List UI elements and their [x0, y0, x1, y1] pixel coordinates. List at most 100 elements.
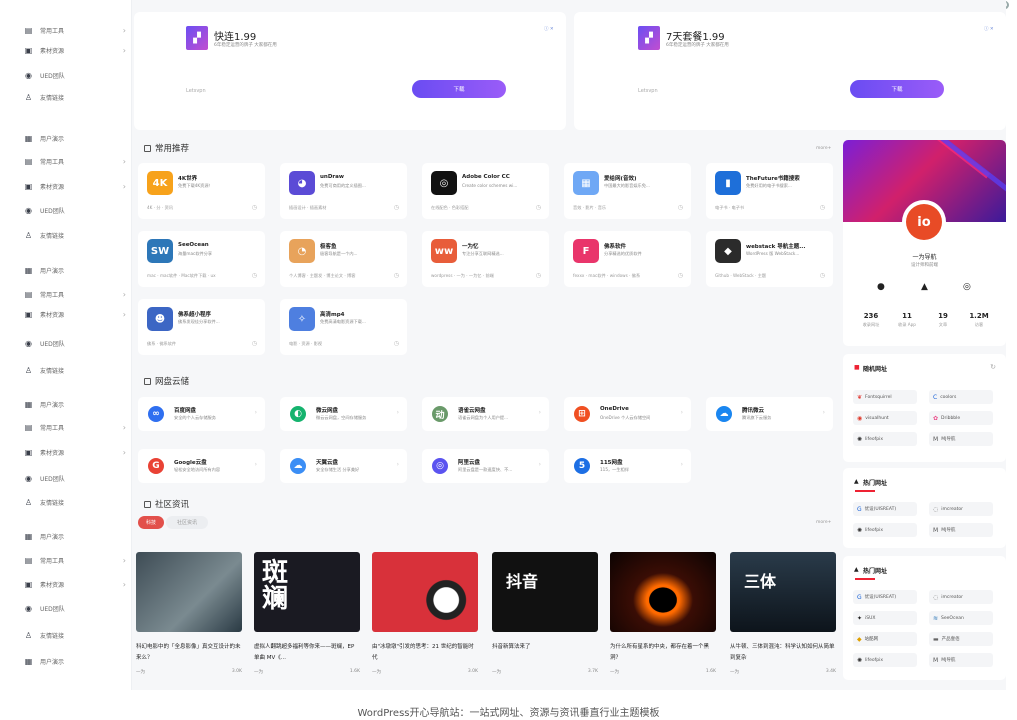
go-arrow-icon[interactable]: ◷	[820, 204, 825, 211]
go-arrow-icon[interactable]: ›	[681, 461, 683, 468]
cloud-card[interactable]: 动 语雀云网盘 语雀云网盘为个人用户提... ›	[422, 397, 549, 431]
go-arrow-icon[interactable]: ◷	[394, 204, 399, 211]
sidebar-item[interactable]: ▤ 常用工具 ›	[24, 552, 128, 568]
news-title[interactable]: 虚拟人翻跳超多福利等你来——斑斓，EP 单曲 MV《...	[254, 642, 360, 664]
sidebar-item[interactable]: ♙ 友情链接	[24, 362, 128, 378]
site-card[interactable]: ✧ 高清mp4 免费高清电影资源下载... 电影 · 资源 · 影视 ◷	[280, 299, 407, 355]
link-pill[interactable]: ◉ visualhunt	[853, 411, 917, 425]
sidebar-item[interactable]: ♙ 友情链接	[24, 89, 128, 105]
news-item[interactable]: 三体 从牛顿、三体到混沌：科学认知如何从简单到复杂 一为 3.4K	[730, 552, 836, 682]
site-card[interactable]: SW SeeOcean 海量mac软件分享 mac · mac软件 · Mac软件下载…	[138, 231, 265, 287]
sidebar-item[interactable]: ♙ 友情链接	[24, 494, 128, 510]
site-card[interactable]: F 佛系软件 分享精选的优质软件 fexxx · mac软件 · windows · …	[564, 231, 691, 287]
link-pill[interactable]: ✿ Dribbble	[929, 411, 993, 425]
news-item[interactable]: 抖音 抖音新算法来了 一为 3.7K	[492, 552, 598, 682]
go-arrow-icon[interactable]: ◷	[252, 272, 257, 279]
sidebar-item[interactable]: ▣ 素材资源 ›	[24, 178, 128, 194]
avatar[interactable]: io	[902, 200, 946, 244]
sidebar-item[interactable]: ▤ 常用工具 ›	[24, 286, 128, 302]
sidebar-item[interactable]: ▣ 素材资源 ›	[24, 576, 128, 592]
site-card[interactable]: ◆ webstack 导航主题... WordPress 版 WebStack...…	[706, 231, 833, 287]
site-card[interactable]: ☻ 佛系超小程序 佛系发现佳分享软件... 佛系 · 佛系软件 ◷	[138, 299, 265, 355]
link-pill[interactable]: ◆ 站酷网	[853, 632, 917, 646]
news-item[interactable]: 由"冰墩墩"引发的思考：21 世纪的智能时代 一为 3.0K	[372, 552, 478, 682]
news-item[interactable]: 科幻电影中的「全息影像」真交互设计的未来么？ 一为 3.0K	[136, 552, 242, 682]
site-card[interactable]: 4K 4K世界 免费下载4K资源！ 4K · 分 · 资讯 ◷	[138, 163, 265, 219]
link-pill[interactable]: ▬ 产品壹佰	[929, 632, 993, 646]
go-arrow-icon[interactable]: ›	[681, 409, 683, 416]
cloud-card[interactable]: ∞ 百度网盘 安全的个人云存储服务 ›	[138, 397, 265, 431]
news-title[interactable]: 为什么所有星系的中央，都存在着一个黑洞？	[610, 642, 716, 664]
go-arrow-icon[interactable]: ◷	[678, 272, 683, 279]
link-pill[interactable]: ◌ imcreator	[929, 502, 993, 516]
github-icon[interactable]: ◎	[963, 282, 971, 292]
go-arrow-icon[interactable]: ◷	[536, 204, 541, 211]
go-arrow-icon[interactable]: ◷	[678, 204, 683, 211]
cloud-card[interactable]: 5 115网盘 115，一生相伴 ›	[564, 449, 691, 483]
site-card[interactable]: ◔ 极客鱼 极客导航是一个内... 个人博客 · 主题发 · 博主论文 · 博客 ◷	[280, 231, 407, 287]
go-arrow-icon[interactable]: ›	[255, 461, 257, 468]
tab-tech[interactable]: 科技	[138, 516, 164, 529]
go-arrow-icon[interactable]: ›	[823, 409, 825, 416]
sidebar-item[interactable]: ▣ 素材资源 ›	[24, 42, 128, 58]
tab-community-news[interactable]: 社区资讯	[166, 516, 208, 529]
cloud-card[interactable]: ☁ 天翼云盘 安全存储生活 分享美好 ›	[280, 449, 407, 483]
news-thumbnail[interactable]	[610, 552, 716, 632]
go-arrow-icon[interactable]: ›	[397, 461, 399, 468]
news-thumbnail[interactable]: 斑斓	[254, 552, 360, 632]
qq-icon[interactable]: ▲	[921, 282, 928, 292]
go-arrow-icon[interactable]: ›	[539, 409, 541, 416]
link-pill[interactable]: ✺ lifeofpix	[853, 653, 917, 667]
go-arrow-icon[interactable]: ›	[397, 409, 399, 416]
cloud-card[interactable]: ⊞ OneDrive OneDrive 个人云存储空间 ›	[564, 397, 691, 431]
go-arrow-icon[interactable]: ◷	[536, 272, 541, 279]
go-arrow-icon[interactable]: ›	[255, 409, 257, 416]
sidebar-item[interactable]: ▤ 常用工具 ›	[24, 419, 128, 435]
sidebar-item[interactable]: ▣ 素材资源 ›	[24, 444, 128, 460]
sidebar-item[interactable]: ◉ UED团队	[24, 335, 128, 351]
link-pill[interactable]: G 优设(UISREAT)	[853, 590, 917, 604]
sidebar-item[interactable]: ♙ 友情链接	[24, 627, 128, 643]
ad-banner-left[interactable]: ▞ 快连1.99 6年稳定运营的牌子 大家都在用 Letsvpn 下载 ⓘ ✕	[134, 12, 566, 130]
sidebar-item[interactable]: ◉ UED团队	[24, 470, 128, 486]
news-item[interactable]: 斑斓 虚拟人翻跳超多福利等你来——斑斓，EP 单曲 MV《... 一为 1.6K	[254, 552, 360, 682]
link-pill[interactable]: ✦ iSUX	[853, 611, 917, 625]
go-arrow-icon[interactable]: ◷	[252, 340, 257, 347]
news-item[interactable]: 为什么所有星系的中央，都存在着一个黑洞？ 一为 1.6K	[610, 552, 716, 682]
news-thumbnail[interactable]	[372, 552, 478, 632]
site-card[interactable]: ▦ 爱给网(音效) 中国最大的影音娱乐免... 音效 · 影片 · 音乐 ◷	[564, 163, 691, 219]
cloud-card[interactable]: ◎ 阿里云盘 阿里云盘是一款速度快、不... ›	[422, 449, 549, 483]
news-title[interactable]: 由"冰墩墩"引发的思考：21 世纪的智能时代	[372, 642, 478, 664]
site-card[interactable]: ▮ TheFuture书籍搜索 免费好用的电子书搜索... 电子书 · 电子书 ◷	[706, 163, 833, 219]
ad-choices-icon[interactable]: ⓘ ✕	[544, 26, 554, 32]
sidebar-item[interactable]: ◉ UED团队	[24, 600, 128, 616]
sidebar-item[interactable]: ▦ 用户演示	[24, 396, 128, 412]
ad-download-button[interactable]: 下载	[850, 80, 944, 98]
sidebar-item[interactable]: ▦ 用户演示	[24, 653, 128, 669]
more-link[interactable]: more+	[816, 520, 831, 525]
sidebar-item[interactable]: ▤ 常用工具 ›	[24, 22, 128, 38]
cloud-card[interactable]: G Google云盘 轻松安全地访问所有内容 ›	[138, 449, 265, 483]
news-title[interactable]: 抖音新算法来了	[492, 642, 598, 653]
refresh-icon[interactable]: ↻	[990, 363, 996, 371]
cloud-card[interactable]: ◐ 微云网盘 微云云网盘，空间存储服务 ›	[280, 397, 407, 431]
news-thumbnail[interactable]: 三体	[730, 552, 836, 632]
site-card[interactable]: ◎ Adobe Color CC Create color schemes wi..…	[422, 163, 549, 219]
sidebar-item[interactable]: ▦ 用户演示	[24, 262, 128, 278]
sidebar-item[interactable]: ◉ UED团队	[24, 67, 128, 83]
link-pill[interactable]: M MJ导航	[929, 432, 993, 446]
more-link[interactable]: more+	[816, 146, 831, 151]
link-pill[interactable]: G 优设(UISREAT)	[853, 502, 917, 516]
ad-download-button[interactable]: 下载	[412, 80, 506, 98]
sidebar-item[interactable]: ▣ 素材资源 ›	[24, 306, 128, 322]
sidebar-item[interactable]: ♙ 友情链接	[24, 227, 128, 243]
go-arrow-icon[interactable]: ◷	[394, 272, 399, 279]
go-arrow-icon[interactable]: ◷	[394, 340, 399, 347]
ad-choices-icon[interactable]: ⓘ ✕	[984, 26, 994, 32]
sidebar-item[interactable]: ▦ 用户演示	[24, 528, 128, 544]
link-pill[interactable]: ❦ Fontsquirrel	[853, 390, 917, 404]
site-card[interactable]: ww 一为忆 专注分享互联网精选... wordpress · 一为 · 一为忆 · …	[422, 231, 549, 287]
go-arrow-icon[interactable]: ›	[539, 461, 541, 468]
sidebar-item[interactable]: ◉ UED团队	[24, 202, 128, 218]
news-title[interactable]: 科幻电影中的「全息影像」真交互设计的未来么？	[136, 642, 242, 664]
